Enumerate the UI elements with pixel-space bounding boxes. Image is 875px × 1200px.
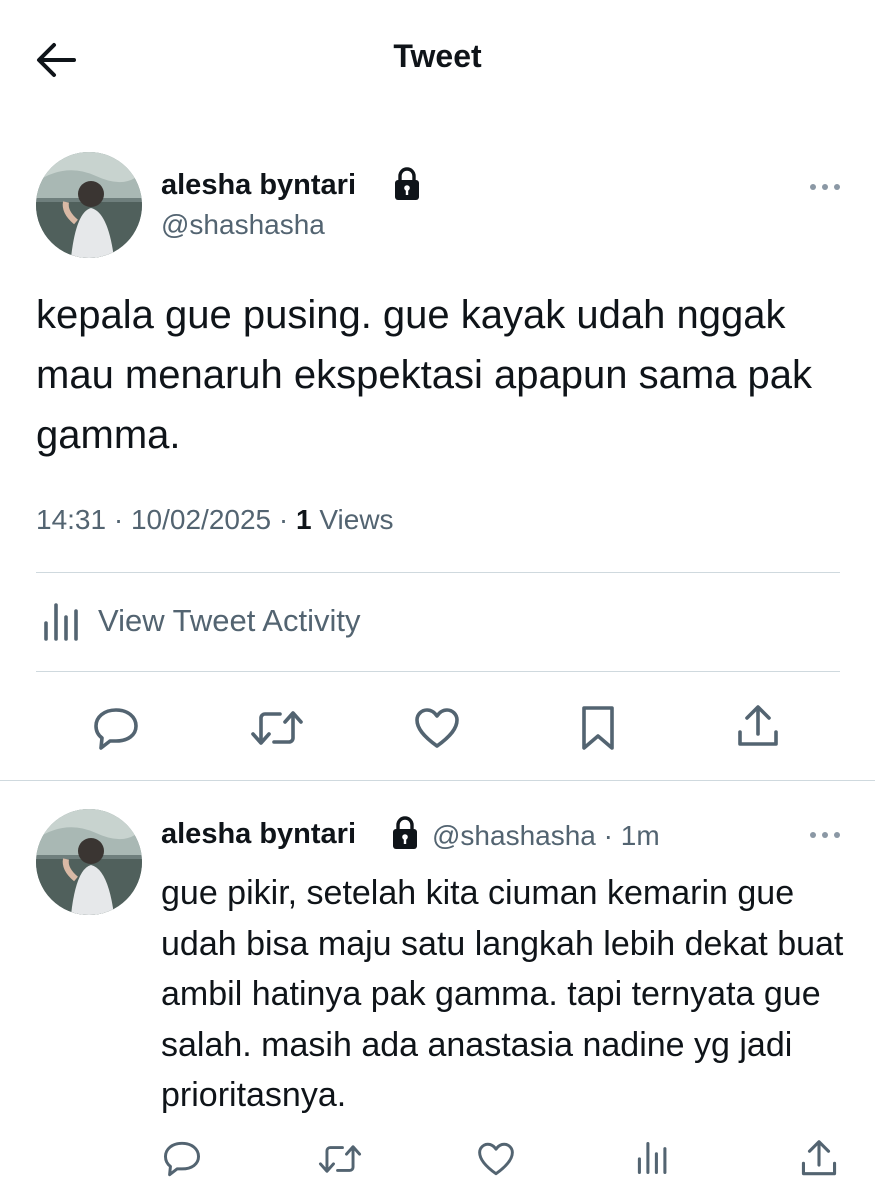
share-icon[interactable] <box>736 704 780 750</box>
reply-icon[interactable] <box>162 1140 202 1178</box>
reply-icon[interactable] <box>92 706 140 752</box>
share-icon[interactable] <box>800 1139 838 1179</box>
author-handle[interactable]: @shashasha <box>432 820 596 851</box>
analytics-icon[interactable] <box>636 1140 670 1176</box>
meta-separator: · <box>113 504 124 535</box>
tweet-text: kepala gue pusing. gue kayak udah nggak … <box>36 293 813 457</box>
tweet-time[interactable]: 14:31 <box>36 504 106 535</box>
divider <box>36 671 840 672</box>
author-name[interactable]: alesha byntari <box>161 169 356 202</box>
lock-icon <box>392 166 422 202</box>
reply-handle-line: @shashasha · 1m <box>432 820 660 852</box>
bookmark-icon[interactable] <box>578 704 618 752</box>
heart-icon[interactable] <box>476 1141 516 1177</box>
reply-text: gue pikir, setelah kita ciuman kemarin g… <box>161 874 844 1114</box>
avatar[interactable] <box>36 809 142 915</box>
views-label: Views <box>319 504 394 535</box>
lock-icon <box>390 815 420 851</box>
tweet-date[interactable]: 10/02/2025 <box>131 504 271 535</box>
more-options-icon[interactable] <box>808 180 842 194</box>
author-name[interactable]: alesha byntari <box>161 818 356 851</box>
tweet-time-ago[interactable]: 1m <box>621 820 660 851</box>
avatar[interactable] <box>36 152 142 258</box>
views-count: 1 <box>296 504 312 535</box>
divider <box>0 780 875 781</box>
view-tweet-activity-link[interactable]: View Tweet Activity <box>98 603 360 639</box>
retweet-icon[interactable] <box>250 706 304 750</box>
meta-separator: · <box>278 504 289 535</box>
analytics-icon[interactable] <box>42 601 82 643</box>
retweet-icon[interactable] <box>318 1141 362 1177</box>
more-options-icon[interactable] <box>808 828 842 842</box>
divider <box>36 572 840 573</box>
tweet-meta: 14:31 · 10/02/2025 · 1 Views <box>36 504 394 536</box>
author-handle[interactable]: @shashasha <box>161 209 325 241</box>
heart-icon[interactable] <box>413 706 461 750</box>
meta-separator: · <box>603 820 613 851</box>
page-title: Tweet <box>393 38 482 74</box>
